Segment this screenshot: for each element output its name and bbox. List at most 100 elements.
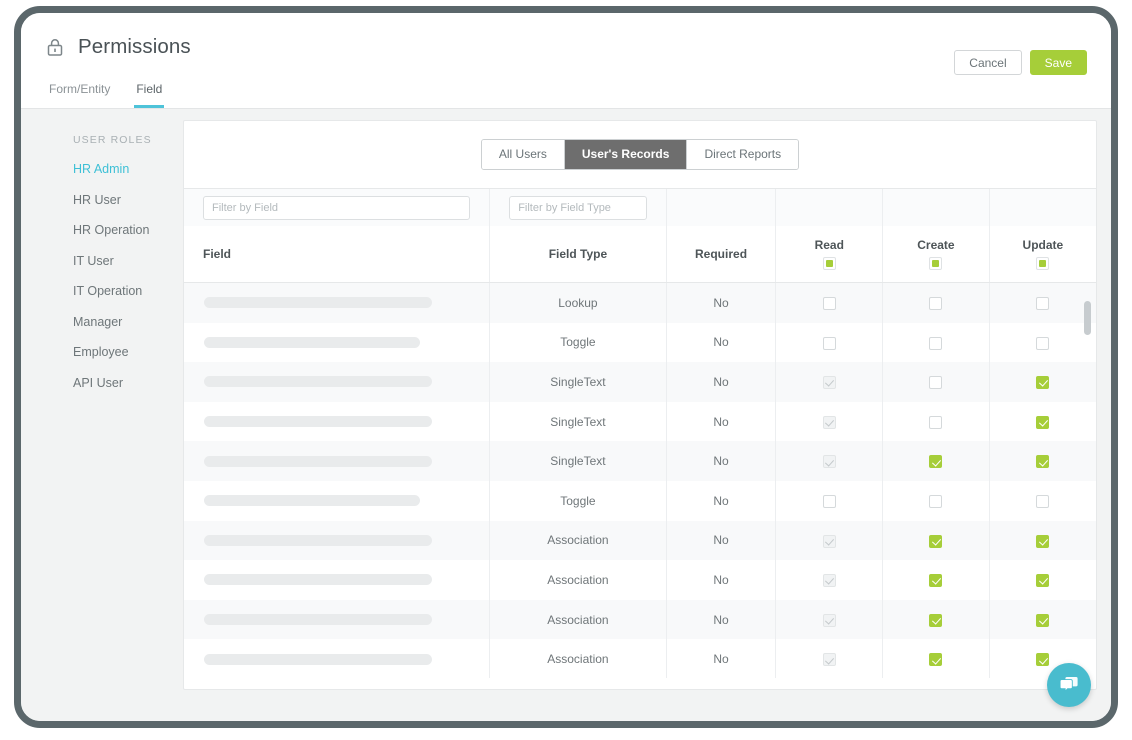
cell-required: No	[666, 401, 777, 442]
cell-field-type: Lookup	[489, 282, 667, 323]
segment-users-records[interactable]: User's Records	[564, 140, 688, 169]
cell-required: No	[666, 639, 777, 678]
field-name-placeholder	[204, 534, 432, 546]
read-checkbox[interactable]	[822, 296, 836, 310]
create-checkbox[interactable]	[929, 376, 943, 390]
chat-widget-button[interactable]	[1047, 663, 1091, 707]
app-window: Permissions Cancel Save Form/Entity Fiel…	[14, 6, 1118, 728]
sidebar-item-hr-operation[interactable]: HR Operation	[73, 223, 179, 237]
sidebar-item-employee[interactable]: Employee	[73, 345, 179, 359]
sidebar-item-hr-user[interactable]: HR User	[73, 193, 179, 207]
segment-all-users[interactable]: All Users	[481, 140, 565, 169]
create-checkbox[interactable]	[929, 613, 943, 627]
filter-row	[184, 189, 1096, 226]
field-filter-input[interactable]	[203, 195, 471, 220]
field-type-filter-input[interactable]	[509, 195, 647, 220]
sidebar-item-api-user[interactable]: API User	[73, 376, 179, 390]
tab-form-entity[interactable]: Form/Entity	[47, 76, 112, 108]
update-checkbox[interactable]	[1036, 534, 1050, 548]
read-checkbox[interactable]	[822, 494, 836, 508]
update-checkbox[interactable]	[1036, 376, 1050, 390]
cell-required: No	[666, 520, 777, 561]
create-checkbox[interactable]	[929, 534, 943, 548]
read-checkbox	[822, 455, 836, 469]
cell-field	[184, 520, 491, 561]
table-row: Association No	[184, 560, 1096, 600]
column-header-field: Field	[184, 226, 491, 283]
table-row: SingleText No	[184, 441, 1096, 481]
table-row: SingleText No	[184, 362, 1096, 402]
cell-field-type: Association	[489, 599, 667, 640]
sidebar: USER ROLES HR Admin HR User HR Operation…	[21, 109, 179, 721]
field-name-placeholder	[204, 376, 432, 388]
select-all-update-checkbox[interactable]	[1036, 257, 1050, 270]
column-header-required: Required	[666, 226, 777, 283]
cell-read	[775, 599, 884, 640]
table-row: Association No	[184, 520, 1096, 561]
create-checkbox[interactable]	[929, 336, 943, 350]
read-checkbox[interactable]	[822, 336, 836, 350]
cell-create	[882, 480, 990, 521]
table-row: Lookup No	[184, 282, 1096, 323]
update-checkbox[interactable]	[1036, 613, 1050, 627]
table-vertical-scrollbar[interactable]	[1084, 301, 1091, 335]
sidebar-item-hr-admin[interactable]: HR Admin	[73, 162, 179, 176]
cell-read	[775, 322, 884, 363]
segment-direct-reports[interactable]: Direct Reports	[687, 140, 799, 169]
create-checkbox[interactable]	[929, 415, 943, 429]
page-header: Permissions Cancel Save Form/Entity Fiel…	[21, 13, 1111, 109]
cell-field	[184, 639, 491, 678]
page-title: Permissions	[78, 35, 191, 58]
column-header-update: Update	[989, 226, 1096, 283]
sidebar-item-it-operation[interactable]: IT Operation	[73, 284, 179, 298]
cell-field	[184, 480, 491, 521]
create-checkbox[interactable]	[929, 653, 943, 667]
cell-update	[989, 599, 1096, 640]
column-header-update-label: Update	[1022, 238, 1064, 252]
field-name-placeholder	[204, 614, 432, 626]
create-checkbox[interactable]	[929, 574, 943, 588]
sidebar-item-it-user[interactable]: IT User	[73, 254, 179, 268]
update-checkbox[interactable]	[1036, 574, 1050, 588]
create-checkbox[interactable]	[929, 455, 943, 469]
update-checkbox[interactable]	[1036, 653, 1050, 667]
update-checkbox[interactable]	[1036, 296, 1050, 310]
update-checkbox[interactable]	[1036, 336, 1050, 350]
title-row: Permissions	[21, 13, 1111, 59]
column-header-read: Read	[775, 226, 884, 283]
select-all-create-checkbox[interactable]	[929, 257, 943, 270]
chat-bubble-icon	[1059, 677, 1078, 693]
table-row: SingleText No	[184, 401, 1096, 442]
cell-read	[775, 401, 884, 442]
table-row: Toggle No	[184, 480, 1096, 521]
cell-required: No	[666, 322, 777, 363]
cell-update	[989, 282, 1096, 323]
cell-field	[184, 441, 491, 481]
field-name-placeholder	[204, 574, 432, 586]
cell-field-type: Toggle	[489, 322, 667, 363]
filter-cell-field-type	[489, 189, 667, 226]
update-checkbox[interactable]	[1036, 494, 1050, 508]
field-name-placeholder	[204, 297, 432, 309]
cell-read	[775, 441, 884, 481]
body-area: USER ROLES HR Admin HR User HR Operation…	[21, 109, 1111, 721]
cell-field	[184, 401, 491, 442]
cell-update	[989, 401, 1096, 442]
column-header-field-type: Field Type	[489, 226, 667, 283]
permissions-table-scroll: Field Field Type Required Read	[184, 189, 1096, 678]
read-checkbox	[822, 653, 836, 667]
update-checkbox[interactable]	[1036, 415, 1050, 429]
table-row: Association No	[184, 599, 1096, 640]
save-button[interactable]: Save	[1029, 50, 1087, 75]
sidebar-item-manager[interactable]: Manager	[73, 315, 179, 329]
sidebar-heading: USER ROLES	[73, 134, 152, 146]
tab-field[interactable]: Field	[134, 76, 165, 108]
cell-read	[775, 282, 884, 323]
cell-required: No	[666, 362, 777, 402]
cell-create	[882, 639, 990, 678]
select-all-read-checkbox[interactable]	[822, 257, 836, 270]
update-checkbox[interactable]	[1036, 455, 1050, 469]
create-checkbox[interactable]	[929, 296, 943, 310]
create-checkbox[interactable]	[929, 494, 943, 508]
cancel-button[interactable]: Cancel	[954, 50, 1022, 75]
